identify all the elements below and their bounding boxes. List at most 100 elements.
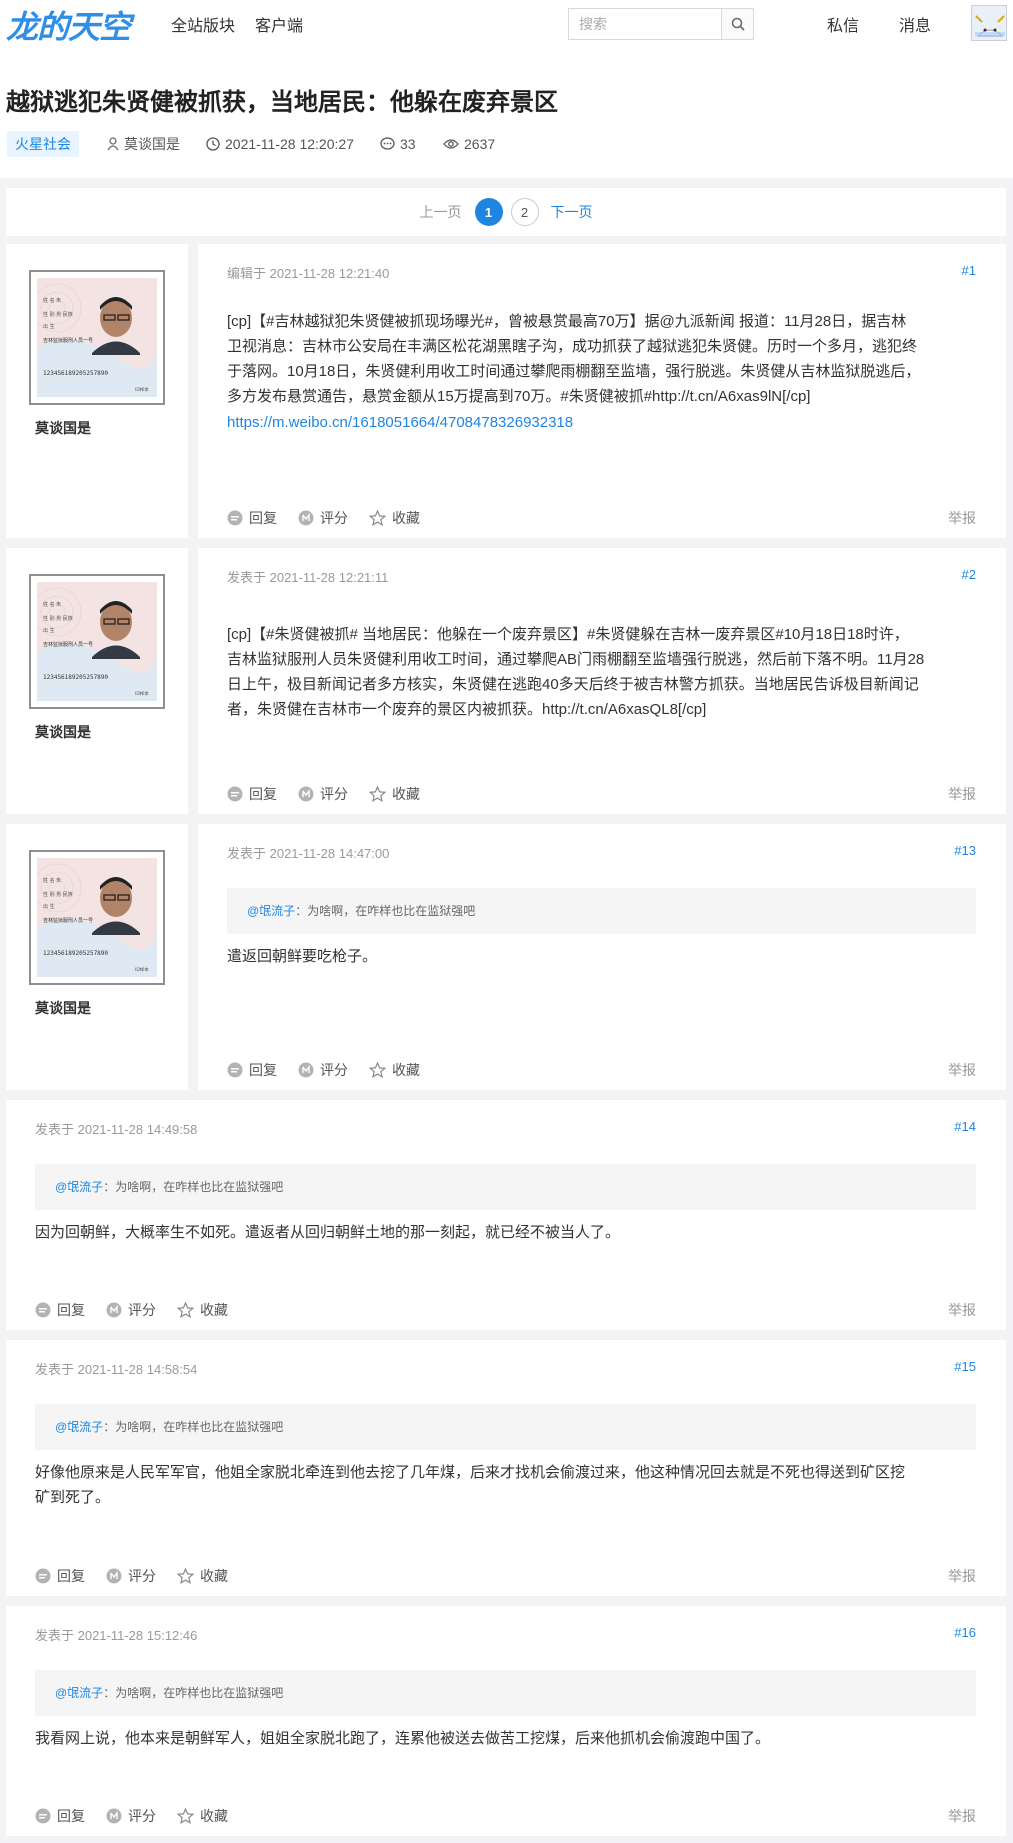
quoted-text: ：为啥啊，在咋样也比在监狱强吧 xyxy=(103,1180,284,1194)
quoted-text: ：为啥啊，在咋样也比在监狱强吧 xyxy=(295,904,476,918)
card-stamp: ID样本 xyxy=(135,690,149,697)
rate-icon xyxy=(106,1302,122,1318)
author-avatar[interactable]: 姓 名 朱 性 别 男 民族 出 生 吉林监狱服刑人员一号 1234561892… xyxy=(29,574,165,709)
favorite-action[interactable]: 收藏 xyxy=(369,784,420,804)
post-author-panel: 姓 名 朱 性 别 男 民族 出 生 吉林监狱服刑人员一号 1234561892… xyxy=(6,244,188,538)
favorite-action[interactable]: 收藏 xyxy=(369,1060,420,1080)
star-icon xyxy=(369,786,386,802)
reply-action[interactable]: 回复 xyxy=(227,508,277,528)
nav-client[interactable]: 客户端 xyxy=(255,12,303,36)
post-content: 我看网上说，他本来是朝鲜军人，姐姐全家脱北跑了，连累他被送去做苦工挖煤，后来他抓… xyxy=(35,1726,976,1751)
post-text-line: 吉林监狱服刑人员朱贤健利用收工时间，通过攀爬AB门雨棚翻至监墙强行脱逃，然后前下… xyxy=(227,651,925,668)
id-card-avatar-image: 姓 名 朱 性 别 男 民族 出 生 吉林监狱服刑人员一号 1234561892… xyxy=(32,581,158,702)
pagination-prev[interactable]: 上一页 xyxy=(420,202,462,222)
user-avatar[interactable] xyxy=(971,5,1007,41)
author-avatar[interactable]: 姓 名 朱 性 别 男 民族 出 生 吉林监狱服刑人员一号 1234561892… xyxy=(29,850,165,985)
report-link[interactable]: 举报 xyxy=(948,1060,976,1080)
report-link[interactable]: 举报 xyxy=(948,784,976,804)
favorite-action[interactable]: 收藏 xyxy=(177,1300,228,1320)
card-line4: 吉林监狱服刑人员一号 xyxy=(43,337,93,344)
favorite-action[interactable]: 收藏 xyxy=(369,508,420,528)
author-name[interactable]: 莫谈国是 xyxy=(35,722,91,742)
thread-author[interactable]: 莫谈国是 xyxy=(107,132,180,156)
quoted-text: ：为啥啊，在咋样也比在监狱强吧 xyxy=(103,1686,284,1700)
top-navbar: 龙的天空 全站版块 客户端 私信 消息 xyxy=(0,0,1013,46)
author-avatar[interactable]: 姓 名 朱 性 别 男 民族 出 生 吉林监狱服刑人员一号 1234561892… xyxy=(29,270,165,405)
post-time: 编辑于 2021-11-28 12:21:40 xyxy=(227,266,390,281)
pagination-next[interactable]: 下一页 xyxy=(551,202,593,222)
thread-author-name: 莫谈国是 xyxy=(124,136,180,152)
category-tag[interactable]: 火星社会 xyxy=(7,131,79,157)
post-floor-number[interactable]: #1 xyxy=(962,263,976,278)
report-link[interactable]: 举报 xyxy=(948,1300,976,1320)
card-line4: 吉林监狱服刑人员一号 xyxy=(43,641,93,648)
card-stamp: ID样本 xyxy=(135,386,149,393)
weibo-link[interactable]: https://m.weibo.cn/1618051664/4708478326… xyxy=(227,414,573,431)
pagination-page-1[interactable]: 1 xyxy=(474,198,503,226)
reply-action[interactable]: 回复 xyxy=(35,1566,85,1586)
post-text-line: [cp]【#朱贤健被抓# 当地居民：他躲在一个废弃景区】#朱贤健躲在吉林一废弃景… xyxy=(227,626,909,643)
favorite-action[interactable]: 收藏 xyxy=(177,1566,228,1586)
favorite-action[interactable]: 收藏 xyxy=(177,1806,228,1826)
quoted-user[interactable]: @氓流子 xyxy=(55,1686,103,1700)
quoted-user[interactable]: @氓流子 xyxy=(55,1180,103,1194)
rate-icon xyxy=(106,1808,122,1824)
quoted-user[interactable]: @氓流子 xyxy=(247,904,295,918)
nav-private-message[interactable]: 私信 xyxy=(827,12,859,36)
post-content: [cp]【#吉林越狱犯朱贤健被抓现场曝光#，曾被悬赏最高70万】据@九派新闻 报… xyxy=(227,309,976,409)
clock-icon xyxy=(206,137,220,151)
nav-notifications[interactable]: 消息 xyxy=(899,12,931,36)
reply-icon xyxy=(227,786,243,802)
post-author-panel: 姓 名 朱 性 别 男 民族 出 生 吉林监狱服刑人员一号 1234561892… xyxy=(6,548,188,814)
pagination-page-2[interactable]: 2 xyxy=(510,198,539,226)
site-logo[interactable]: 龙的天空 xyxy=(6,2,131,48)
view-count: 2637 xyxy=(443,132,495,156)
cartoon-avatar-icon xyxy=(972,6,1006,40)
view-count-text: 2637 xyxy=(464,136,496,152)
reply-action[interactable]: 回复 xyxy=(35,1300,85,1320)
rate-action[interactable]: 评分 xyxy=(106,1806,156,1826)
post-floor-number[interactable]: #14 xyxy=(954,1119,976,1134)
rate-icon xyxy=(298,510,314,526)
post-text-line: 好像他原来是人民军军官，他姐全家脱北牵连到他去挖了几年煤，后来才找机会偷渡过来，… xyxy=(35,1464,906,1481)
comment-icon xyxy=(380,137,395,150)
star-icon xyxy=(177,1808,194,1824)
post-text-line: 于落网。10月18日，朱贤健利用收工时间通过攀爬雨棚翻至监墙，强行脱逃。朱贤健从… xyxy=(227,363,921,380)
reply-action[interactable]: 回复 xyxy=(227,1060,277,1080)
reply-action[interactable]: 回复 xyxy=(35,1806,85,1826)
post: 发表于 2021-11-28 14:49:58 #14 @氓流子：为啥啊，在咋样… xyxy=(6,1100,1006,1330)
card-line2: 性 别 男 民族 xyxy=(43,311,73,318)
card-line2: 性 别 男 民族 xyxy=(43,891,73,898)
report-link[interactable]: 举报 xyxy=(948,508,976,528)
reply-count-text: 33 xyxy=(400,136,416,152)
rate-action[interactable]: 评分 xyxy=(298,508,348,528)
post-floor-number[interactable]: #13 xyxy=(954,843,976,858)
card-id-number: 123456189205257890 xyxy=(43,370,108,377)
search-input[interactable] xyxy=(569,9,723,39)
card-line4: 吉林监狱服刑人员一号 xyxy=(43,917,93,924)
card-line1: 姓 名 朱 xyxy=(43,877,61,884)
rate-action[interactable]: 评分 xyxy=(106,1300,156,1320)
search-button[interactable] xyxy=(721,9,753,39)
post-actions: 回复 评分 收藏 xyxy=(227,1060,441,1080)
user-icon xyxy=(107,137,119,151)
quoted-user[interactable]: @氓流子 xyxy=(55,1420,103,1434)
reply-quote: @氓流子：为啥啊，在咋样也比在监狱强吧 xyxy=(35,1404,976,1450)
author-name[interactable]: 莫谈国是 xyxy=(35,418,91,438)
report-link[interactable]: 举报 xyxy=(948,1566,976,1586)
post-actions: 回复 评分 收藏 xyxy=(227,508,441,528)
post-time: 发表于 2021-11-28 12:21:11 xyxy=(227,570,389,585)
post-floor-number[interactable]: #15 xyxy=(954,1359,976,1374)
reply-action[interactable]: 回复 xyxy=(227,784,277,804)
rate-action[interactable]: 评分 xyxy=(298,1060,348,1080)
rate-action[interactable]: 评分 xyxy=(106,1566,156,1586)
author-name[interactable]: 莫谈国是 xyxy=(35,998,91,1018)
report-link[interactable]: 举报 xyxy=(948,1806,976,1826)
post-floor-number[interactable]: #16 xyxy=(954,1625,976,1640)
reply-icon xyxy=(227,510,243,526)
post-floor-number[interactable]: #2 xyxy=(962,567,976,582)
nav-all-boards[interactable]: 全站版块 xyxy=(171,12,235,36)
card-id-number: 123456189205257890 xyxy=(43,950,108,957)
reply-icon xyxy=(35,1808,51,1824)
rate-action[interactable]: 评分 xyxy=(298,784,348,804)
